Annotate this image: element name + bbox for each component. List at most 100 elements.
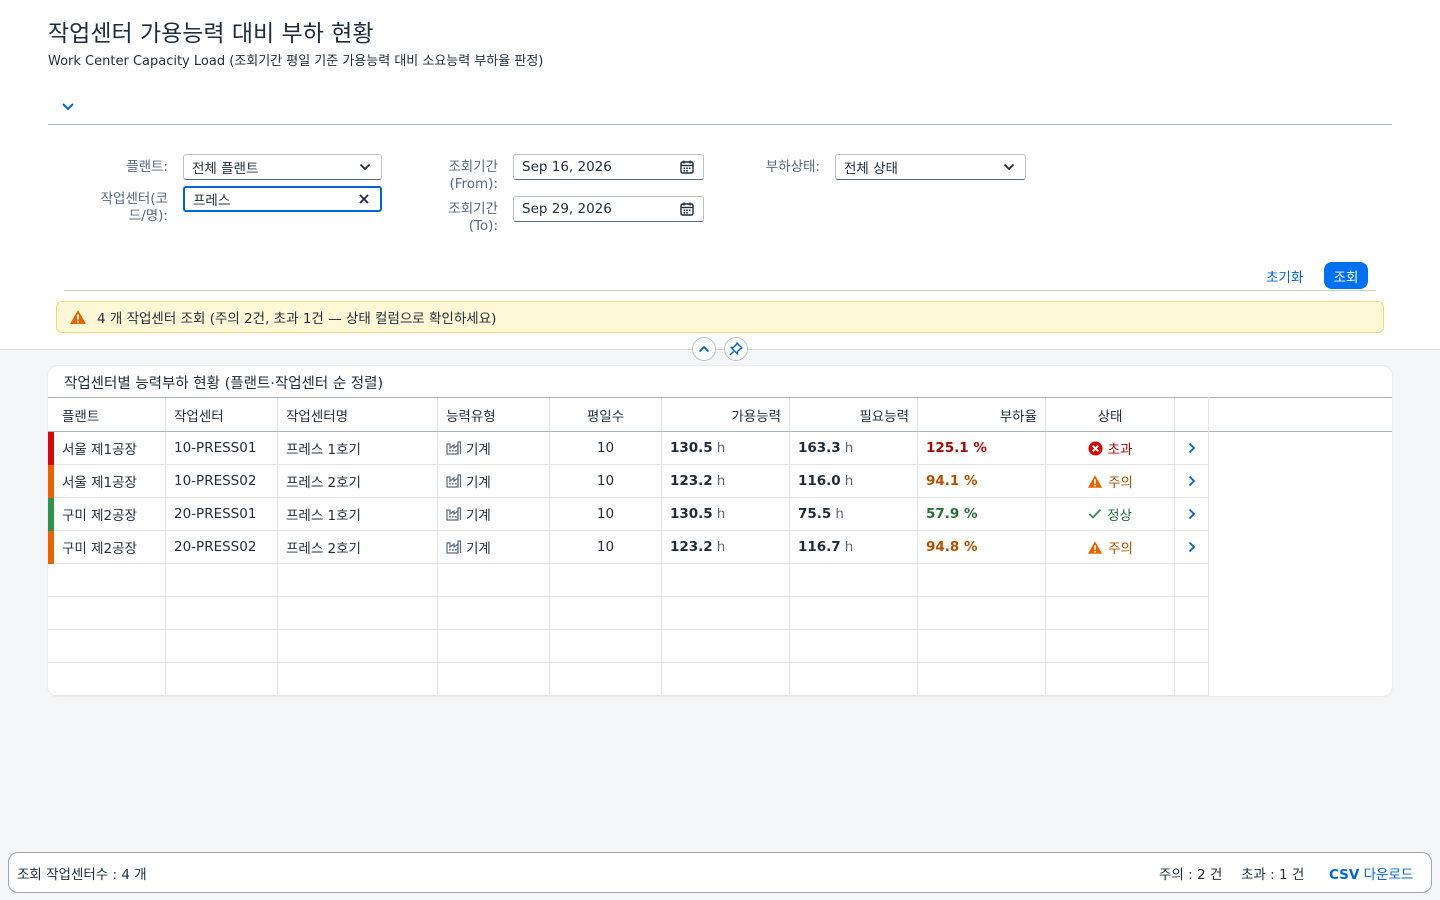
column-header-status[interactable]: 상태 (1046, 398, 1175, 431)
cell-empty (278, 597, 438, 629)
table-row[interactable]: 구미 제2공장 20-PRESS01 프레스 1호기 기계 10 130.5 h 75.5 h 5… (48, 498, 1209, 531)
available-unit: h (716, 473, 726, 489)
table-row[interactable]: 구미 제2공장 20-PRESS02 프레스 2호기 기계 10 123.2 h 116.7 h… (48, 531, 1209, 564)
available-unit: h (716, 440, 726, 456)
reset-button[interactable]: 초기화 (1258, 263, 1311, 289)
collapse-header-button[interactable] (692, 337, 716, 361)
cell-empty (550, 597, 662, 629)
cell-empty (278, 564, 438, 596)
table-row-empty (48, 564, 1209, 597)
cell-capacity-type: 기계 (438, 531, 550, 563)
status-text: 초과 (1107, 442, 1133, 458)
cell-empty (48, 597, 166, 629)
cell-empty (1175, 630, 1209, 662)
error-circle-icon (1088, 440, 1103, 456)
load-status-value: 전체 상태 (844, 161, 898, 177)
table-header: 플랜트 작업센터 작업센터명 능력유형 평일수 가용능력 필요능력 부하율 상태 (48, 397, 1209, 432)
cell-workcenter-name: 프레스 1호기 (278, 432, 438, 464)
factory-icon (446, 441, 462, 455)
cell-empty (662, 564, 790, 596)
cell-empty (1175, 564, 1209, 596)
capacity-table-card: 작업센터별 능력부하 현황 (플랜트·작업센터 순 정렬) 플랜트 작업센터 작… (48, 366, 1392, 696)
warning-icon (1087, 540, 1103, 554)
cell-empty (166, 564, 278, 596)
column-header-workcenter-name[interactable]: 작업센터명 (278, 398, 438, 431)
calendar-icon[interactable] (679, 201, 695, 217)
column-header-required[interactable]: 필요능력 (790, 398, 918, 431)
cell-empty (438, 597, 550, 629)
cell-status: 초과 (1046, 432, 1175, 464)
available-value: 123.2 (670, 539, 713, 555)
workcenter-label-line1: 작업센터(코 (100, 191, 168, 207)
cell-plant: 구미 제2공장 (48, 531, 166, 563)
cell-required: 163.3 h (790, 432, 918, 464)
column-header-workcenter[interactable]: 작업센터 (166, 398, 278, 431)
cell-empty (166, 663, 278, 695)
cell-plant: 구미 제2공장 (48, 498, 166, 530)
column-header-available[interactable]: 가용능력 (662, 398, 790, 431)
row-navigate-button[interactable] (1175, 531, 1209, 563)
cell-empty (662, 663, 790, 695)
column-header-workdays[interactable]: 평일수 (550, 398, 662, 431)
cell-plant: 서울 제1공장 (48, 432, 166, 464)
cell-workcenter-name: 프레스 2호기 (278, 531, 438, 563)
plant-label: 플랜트: (126, 159, 168, 175)
column-header-capacity-type[interactable]: 능력유형 (438, 398, 550, 431)
chevron-right-icon (1188, 475, 1195, 487)
table-row-empty (48, 663, 1209, 696)
status-badge: 주의 (1087, 471, 1133, 491)
from-date-picker[interactable]: Sep 16, 2026 (513, 154, 704, 180)
from-date-label-line1: 조회기간 (448, 159, 498, 175)
pin-icon (729, 342, 743, 356)
expand-header-button[interactable] (58, 98, 78, 116)
cell-empty (1046, 630, 1175, 662)
row-navigate-button[interactable] (1175, 465, 1209, 497)
cell-capacity-type: 기계 (438, 432, 550, 464)
footer-count: 조회 작업센터수 : 4 개 (17, 866, 147, 883)
load-status-label: 부하상태: (765, 159, 820, 175)
cell-load-rate: 94.8 % (918, 531, 1046, 563)
message-text: 4 개 작업센터 조회 (주의 2건, 초과 1건 — 상태 컬럼으로 확인하세… (97, 311, 497, 327)
cell-empty (1046, 597, 1175, 629)
cell-empty (1175, 597, 1209, 629)
factory-icon (446, 540, 462, 554)
cell-empty (918, 597, 1046, 629)
workcenter-input[interactable]: 프레스 (183, 186, 382, 212)
row-navigate-button[interactable] (1175, 432, 1209, 464)
pin-header-button[interactable] (724, 337, 748, 361)
chevron-down-icon (62, 103, 74, 111)
calendar-icon[interactable] (679, 159, 695, 175)
table-row[interactable]: 서울 제1공장 10-PRESS02 프레스 2호기 기계 10 123.2 h 116.0 h… (48, 465, 1209, 498)
status-text: 주의 (1108, 541, 1133, 557)
plant-select[interactable]: 전체 플랜트 (183, 154, 382, 180)
cell-empty (438, 564, 550, 596)
search-button[interactable]: 조회 (1324, 262, 1368, 289)
to-date-label-line1: 조회기간 (448, 201, 498, 217)
cell-workcenter: 20-PRESS01 (166, 498, 278, 530)
csv-download-link[interactable]: CSV 다운로드 (1329, 863, 1413, 883)
row-navigate-button[interactable] (1175, 498, 1209, 530)
table-row[interactable]: 서울 제1공장 10-PRESS01 프레스 1호기 기계 10 130.5 h 163.3 h… (48, 432, 1209, 465)
required-unit: h (844, 539, 854, 555)
load-status-select[interactable]: 전체 상태 (835, 154, 1026, 180)
table-title: 작업센터별 능력부하 현황 (플랜트·작업센터 순 정렬) (64, 376, 384, 392)
column-header-nav (1175, 398, 1209, 431)
cell-empty (550, 630, 662, 662)
column-header-load-rate[interactable]: 부하율 (918, 398, 1046, 431)
cell-workcenter: 10-PRESS02 (166, 465, 278, 497)
chevron-right-icon (1188, 508, 1195, 520)
to-date-picker[interactable]: Sep 29, 2026 (513, 196, 704, 222)
cell-available: 123.2 h (662, 531, 790, 563)
table-row-empty (48, 630, 1209, 663)
row-status-indicator (48, 432, 54, 465)
cell-workdays: 10 (550, 498, 662, 530)
chevron-up-icon (698, 345, 710, 353)
close-icon[interactable] (356, 191, 372, 207)
to-date-label: 조회기간 (To): (420, 201, 498, 235)
cell-load-rate: 57.9 % (918, 498, 1046, 530)
available-value: 130.5 (670, 440, 713, 456)
cell-plant: 서울 제1공장 (48, 465, 166, 497)
capacity-type-text: 기계 (466, 442, 491, 458)
cell-empty (48, 663, 166, 695)
column-header-plant[interactable]: 플랜트 (48, 398, 166, 431)
